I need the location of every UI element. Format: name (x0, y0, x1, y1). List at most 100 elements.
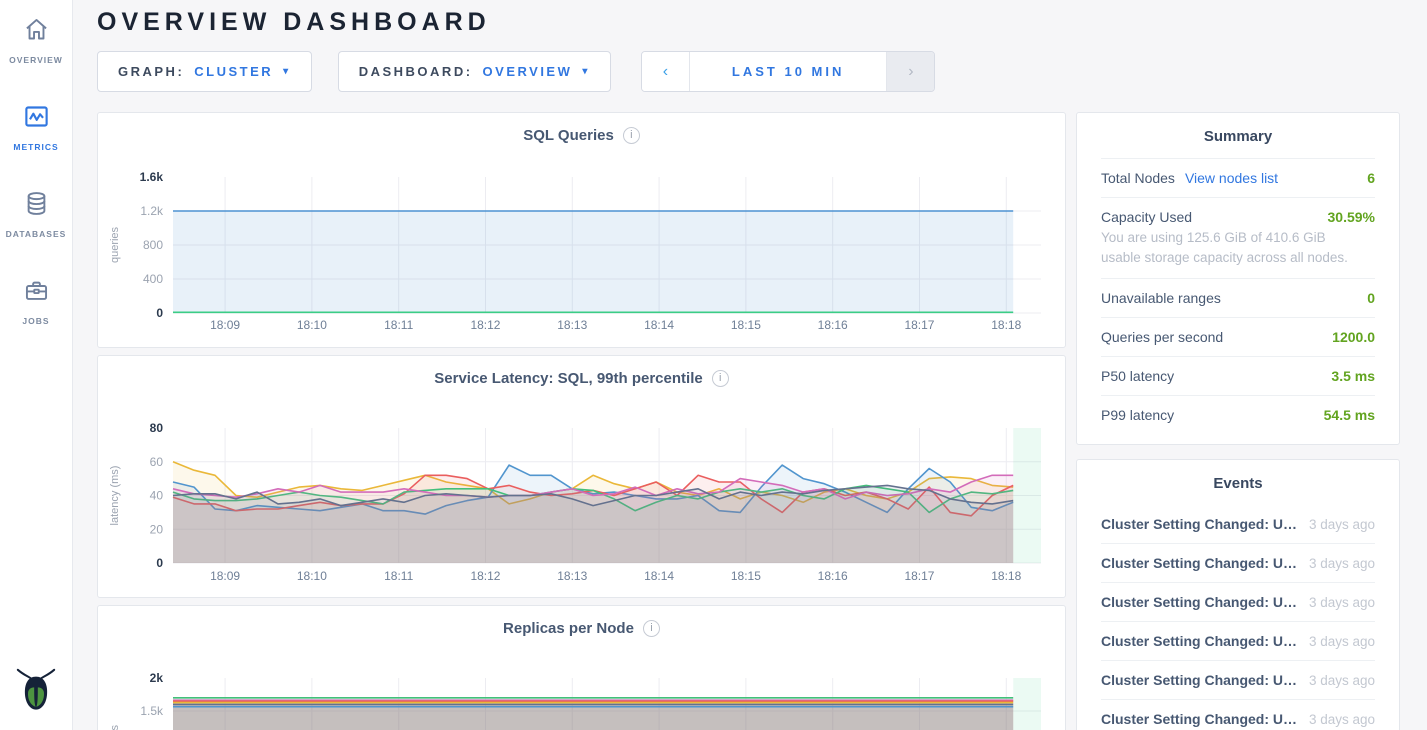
graph-dropdown[interactable]: GRAPH: CLUSTER ▾ (97, 51, 312, 92)
svg-text:18:18: 18:18 (991, 318, 1021, 332)
svg-text:18:16: 18:16 (818, 569, 848, 583)
info-icon[interactable]: i (712, 370, 729, 387)
summary-row-value: 3.5 ms (1331, 368, 1375, 384)
summary-title: Summary (1101, 113, 1375, 158)
time-prev-button[interactable]: ‹ (642, 52, 689, 91)
summary-row-value: 30.59% (1328, 209, 1375, 225)
summary-row-label: P50 latency (1101, 368, 1174, 384)
cockroachdb-logo (13, 663, 59, 718)
event-title: Cluster Setting Changed: U… (1101, 633, 1297, 649)
summary-row-value: 0 (1367, 290, 1375, 306)
event-row: Cluster Setting Changed: U… 3 days ago (1101, 661, 1375, 700)
svg-text:18:17: 18:17 (904, 318, 934, 332)
chart-title: Replicas per Node (503, 620, 634, 637)
sidebar-item-overview[interactable]: OVERVIEW (0, 10, 72, 71)
event-timestamp: 3 days ago (1297, 517, 1375, 532)
svg-text:1.5k: 1.5k (140, 704, 164, 718)
info-icon[interactable]: i (623, 127, 640, 144)
svg-text:18:11: 18:11 (384, 318, 413, 332)
svg-text:18:17: 18:17 (904, 569, 934, 583)
graph-dropdown-label: GRAPH: (118, 64, 184, 79)
chart-card-service-latency: Service Latency: SQL, 99th percentile i … (97, 355, 1066, 598)
event-row: Cluster Setting Changed: U… 3 days ago (1101, 583, 1375, 622)
chart-card-replicas-per-node: Replicas per Node i 2k1.5k1k5000replicas (97, 605, 1066, 730)
sidebar-item-label: JOBS (22, 316, 49, 326)
summary-row-label: Queries per second (1101, 329, 1223, 345)
svg-text:replicas: replicas (109, 725, 121, 730)
svg-text:18:13: 18:13 (557, 569, 587, 583)
app-window: OVERVIEW METRICS DATABASES (0, 0, 1427, 730)
sql-queries-plot[interactable]: 1.6k1.2k800400018:0918:1018:1118:1218:13… (98, 157, 1065, 347)
svg-text:18:12: 18:12 (470, 318, 500, 332)
page-title: OVERVIEW DASHBOARD (97, 8, 1403, 37)
svg-text:18:11: 18:11 (384, 569, 413, 583)
svg-text:2k: 2k (150, 671, 164, 685)
database-icon (23, 190, 50, 222)
summary-row-label: Total Nodes (1101, 170, 1175, 186)
sidebar-item-label: METRICS (13, 142, 58, 152)
graph-dropdown-value: CLUSTER (194, 64, 273, 79)
sidebar-item-jobs[interactable]: JOBS (0, 271, 72, 332)
chevron-down-icon: ▾ (582, 66, 590, 77)
summary-row-total-nodes: Total Nodes View nodes list 6 (1101, 158, 1375, 197)
info-icon[interactable]: i (643, 620, 660, 637)
event-row: Cluster Setting Changed: U… 3 days ago (1101, 700, 1375, 730)
svg-text:80: 80 (150, 421, 164, 435)
summary-row-queries-per-second: Queries per second 1200.0 (1101, 317, 1375, 356)
svg-text:18:10: 18:10 (297, 318, 327, 332)
metrics-icon (23, 103, 50, 135)
event-timestamp: 3 days ago (1297, 634, 1375, 649)
chart-header: Replicas per Node i (98, 606, 1065, 650)
svg-text:0: 0 (156, 556, 163, 570)
chart-title: SQL Queries (523, 127, 614, 144)
svg-text:60: 60 (150, 455, 164, 469)
chart-header: SQL Queries i (98, 113, 1065, 157)
sidebar-item-label: OVERVIEW (9, 55, 63, 65)
summary-panel: Summary Total Nodes View nodes list 6 Ca… (1076, 112, 1400, 445)
event-row: Cluster Setting Changed: U… 3 days ago (1101, 505, 1375, 544)
right-column: Summary Total Nodes View nodes list 6 Ca… (1076, 112, 1400, 730)
chart-card-sql-queries: SQL Queries i 1.6k1.2k800400018:0918:101… (97, 112, 1066, 348)
event-timestamp: 3 days ago (1297, 556, 1375, 571)
summary-row-label: Unavailable ranges (1101, 290, 1221, 306)
svg-text:queries: queries (109, 226, 121, 263)
svg-text:18:09: 18:09 (210, 318, 240, 332)
svg-text:18:14: 18:14 (644, 318, 674, 332)
summary-row-value: 54.5 ms (1324, 407, 1375, 423)
capacity-description: You are using 125.6 GiB of 410.6 GiB usa… (1101, 228, 1375, 267)
chart-header: Service Latency: SQL, 99th percentile i (98, 356, 1065, 400)
svg-text:18:15: 18:15 (731, 569, 761, 583)
svg-text:18:14: 18:14 (644, 569, 674, 583)
svg-text:latency (ms): latency (ms) (109, 466, 121, 526)
view-nodes-list-link[interactable]: View nodes list (1185, 170, 1278, 186)
svg-text:18:13: 18:13 (557, 318, 587, 332)
event-title: Cluster Setting Changed: U… (1101, 711, 1297, 727)
home-icon (23, 16, 50, 48)
summary-row-value: 1200.0 (1332, 329, 1375, 345)
summary-row-capacity-used: Capacity Used 30.59% You are using 125.6… (1101, 197, 1375, 278)
sidebar-item-databases[interactable]: DATABASES (0, 184, 72, 245)
event-row: Cluster Setting Changed: U… 3 days ago (1101, 544, 1375, 583)
svg-text:800: 800 (143, 238, 163, 252)
summary-row-value: 6 (1367, 170, 1375, 186)
events-panel: Events Cluster Setting Changed: U… 3 day… (1076, 459, 1400, 730)
dashboard-dropdown[interactable]: DASHBOARD: OVERVIEW ▾ (338, 51, 611, 92)
service-latency-plot[interactable]: 80604020018:0918:1018:1118:1218:1318:141… (98, 400, 1065, 597)
event-row: Cluster Setting Changed: U… 3 days ago (1101, 622, 1375, 661)
replicas-per-node-plot[interactable]: 2k1.5k1k5000replicas (98, 650, 1065, 730)
sidebar-item-metrics[interactable]: METRICS (0, 97, 72, 158)
controls-bar: GRAPH: CLUSTER ▾ DASHBOARD: OVERVIEW ▾ ‹… (97, 51, 1403, 92)
svg-text:18:12: 18:12 (470, 569, 500, 583)
svg-text:0: 0 (156, 306, 163, 320)
event-title: Cluster Setting Changed: U… (1101, 516, 1297, 532)
summary-row-unavailable-ranges: Unavailable ranges 0 (1101, 278, 1375, 317)
time-next-button[interactable]: › (887, 52, 934, 91)
summary-row-p50-latency: P50 latency 3.5 ms (1101, 356, 1375, 395)
time-range-button[interactable]: LAST 10 MIN (689, 52, 887, 91)
dashboard-dropdown-value: OVERVIEW (483, 64, 573, 79)
summary-row-p99-latency: P99 latency 54.5 ms (1101, 395, 1375, 434)
svg-text:1.2k: 1.2k (140, 204, 164, 218)
charts-column: SQL Queries i 1.6k1.2k800400018:0918:101… (97, 112, 1066, 730)
sidebar: OVERVIEW METRICS DATABASES (0, 0, 73, 730)
event-title: Cluster Setting Changed: U… (1101, 555, 1297, 571)
